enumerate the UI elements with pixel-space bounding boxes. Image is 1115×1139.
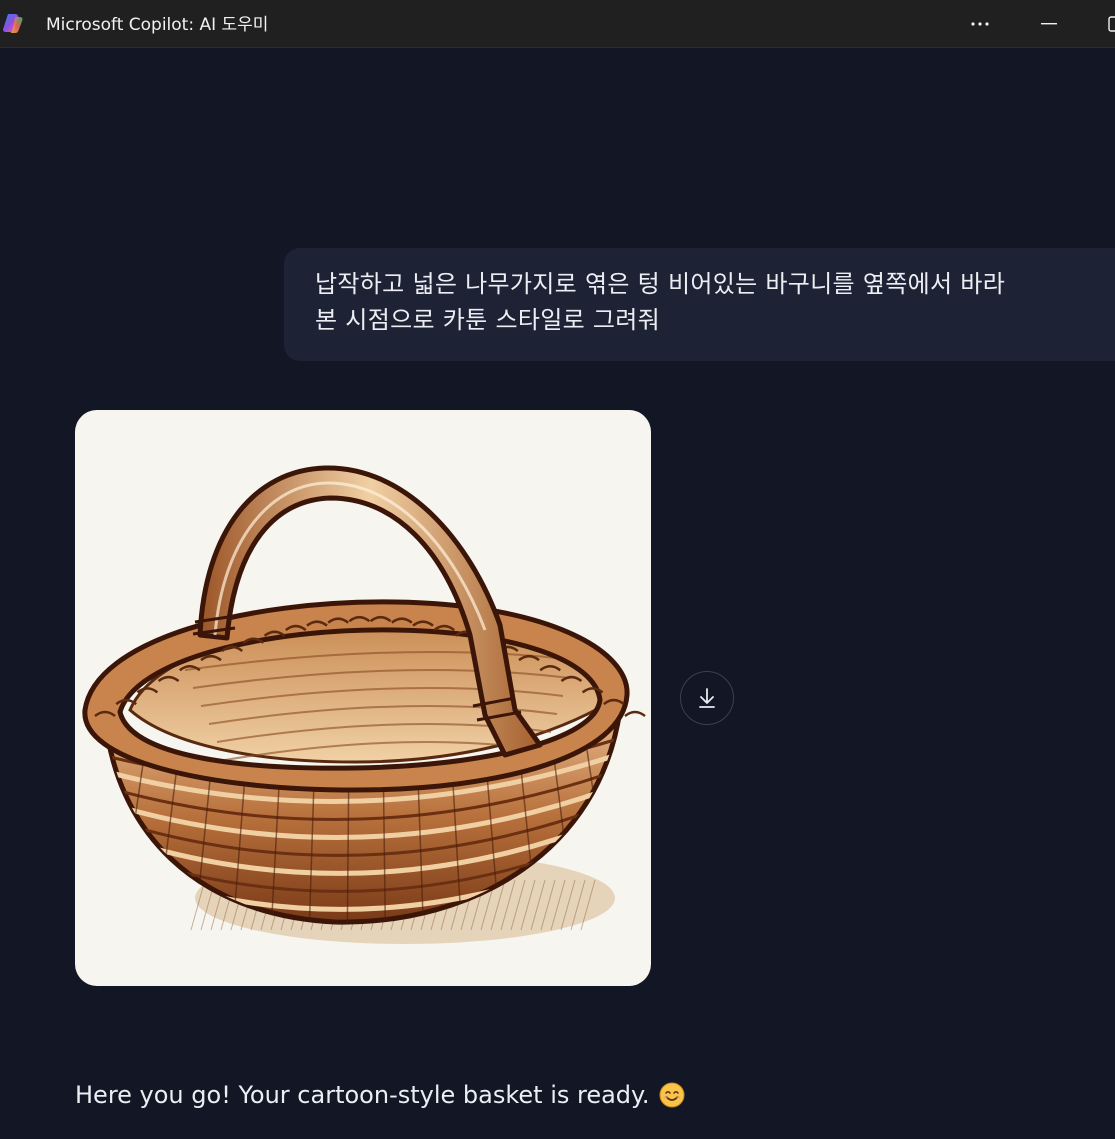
minimize-button[interactable]: [1027, 0, 1071, 48]
download-arrow-icon: [699, 688, 715, 708]
user-message-line-1: 납작하고 넓은 나무가지로 엮은 텅 비어있는 바구니를 옆쪽에서 바라: [315, 270, 1006, 298]
title-bar: Microsoft Copilot: AI 도우미: [0, 0, 1115, 48]
maximize-icon: [1108, 16, 1115, 32]
user-message-line-2: 본 시점으로 카툰 스타일로 그려줘: [315, 306, 661, 334]
generated-basket-image[interactable]: [75, 410, 651, 986]
download-image-button[interactable]: [680, 671, 734, 725]
user-message-bubble: 납작하고 넓은 나무가지로 엮은 텅 비어있는 바구니를 옆쪽에서 바라 본 시…: [284, 248, 1115, 361]
assistant-reply-text: Here you go! Your cartoon-style basket i…: [75, 1081, 650, 1109]
assistant-reply: Here you go! Your cartoon-style basket i…: [75, 1078, 685, 1112]
smiling-face-emoji: [659, 1082, 685, 1108]
copilot-logo-icon: [3, 14, 23, 33]
minimize-icon: [1041, 23, 1057, 25]
rim-strand: [624, 710, 646, 718]
maximize-button[interactable]: [1098, 0, 1115, 48]
window-title: Microsoft Copilot: AI 도우미: [46, 15, 269, 35]
more-dots-icon: [971, 22, 989, 26]
chat-area: 납작하고 넓은 나무가지로 엮은 텅 비어있는 바구니를 옆쪽에서 바라 본 시…: [0, 48, 1115, 1139]
more-options-button[interactable]: [958, 0, 1002, 48]
basket-illustration: [82, 465, 646, 944]
